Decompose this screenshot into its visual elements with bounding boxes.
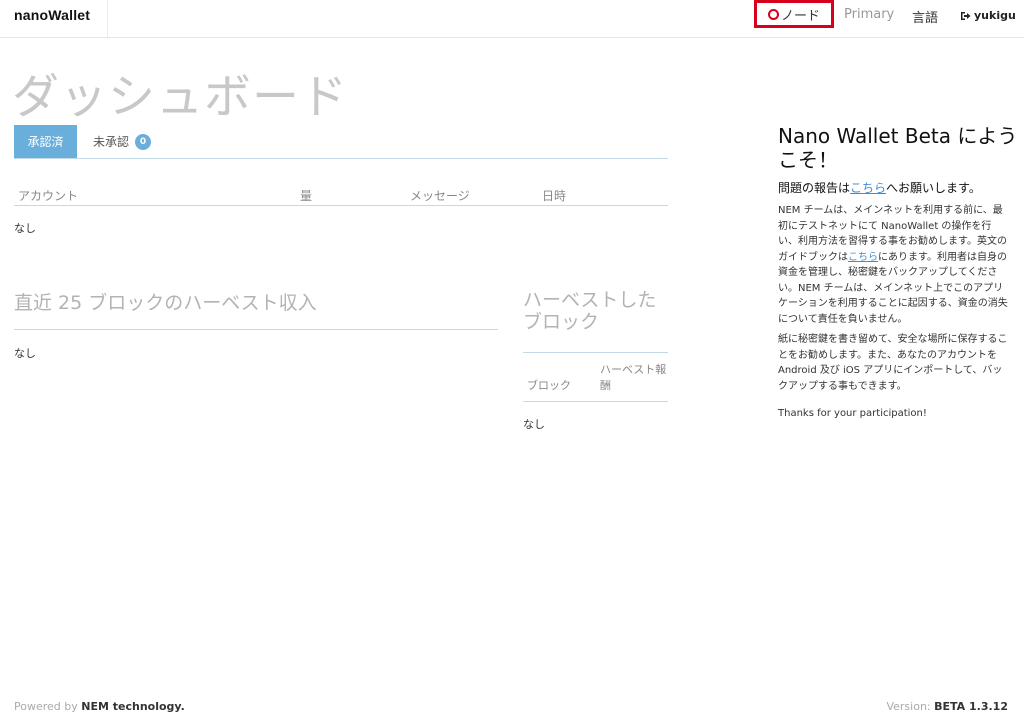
welcome-title: Nano Wallet Beta にようこそ！	[778, 124, 1018, 172]
language-selector[interactable]: 言語	[912, 7, 938, 26]
version-number: BETA 1.3.12	[934, 700, 1008, 713]
divider	[14, 329, 498, 330]
user-menu[interactable]: yukigu	[960, 9, 1016, 22]
tab-unconfirmed[interactable]: 未承認 0	[93, 133, 152, 150]
guidebook-link[interactable]: こちら	[848, 252, 878, 263]
column-block: ブロック	[527, 379, 571, 392]
tab-confirmed-label[interactable]: 承認済	[27, 133, 63, 150]
version-prefix: Version:	[886, 700, 931, 713]
welcome-paragraph-2: 紙に秘密鍵を書き留めて、安全な場所に保存することをお勧めします。また、あなたのア…	[778, 334, 1008, 392]
node-selector-button[interactable]: ノード	[754, 0, 834, 28]
transaction-tabs: 承認済 未承認 0	[14, 125, 668, 159]
column-message: メッセージ	[410, 189, 470, 203]
report-issue-text: 問題の報告はこちらへお願いします。	[778, 179, 981, 196]
welcome-paragraph-1: NEM チームは、メインネットを利用する前に、最初にテストネットにて NanoW…	[778, 203, 1010, 327]
column-harvest-reward: ハーベスト報酬	[600, 363, 667, 392]
welcome-paragraph-3: Thanks for your participation!	[778, 408, 927, 419]
harvested-blocks-empty-text: なし	[523, 418, 545, 431]
node-label[interactable]: ノード	[781, 5, 820, 24]
tab-confirmed[interactable]: 承認済	[14, 125, 77, 158]
transactions-empty-text: なし	[14, 222, 36, 235]
column-date: 日時	[542, 189, 567, 203]
logout-icon	[961, 11, 971, 20]
footer-powered-by: Powered by NEM technology.	[14, 700, 185, 713]
report-prefix: 問題の報告は	[778, 181, 851, 195]
harvest-income-title: 直近 25 ブロックのハーベスト収入	[14, 292, 317, 314]
tab-unconfirmed-label[interactable]: 未承認	[93, 133, 129, 150]
harvested-blocks-title: ハーベストしたブロック	[523, 289, 657, 333]
transactions-table-header: アカウント 量 メッセージ 日時	[14, 184, 668, 206]
column-amount: 量	[300, 189, 313, 203]
divider	[523, 401, 668, 402]
divider	[523, 352, 668, 353]
top-navbar: nanoWallet ノード Primary 言語 yukigu	[0, 0, 1024, 38]
powered-by-name: NEM technology.	[81, 700, 185, 713]
node-status-icon	[767, 8, 779, 20]
brand-logo[interactable]: nanoWallet	[0, 0, 108, 37]
brand-name[interactable]: nanoWallet	[14, 7, 90, 23]
page-title: ダッシュボード	[12, 70, 348, 125]
powered-prefix: Powered by	[14, 700, 78, 713]
harvest-income-empty-text: なし	[14, 347, 36, 360]
report-issue-link[interactable]: こちら	[850, 181, 886, 195]
report-suffix: へお願いします。	[886, 181, 981, 195]
column-account: アカウント	[18, 189, 79, 203]
account-type-label[interactable]: Primary	[844, 7, 894, 22]
username[interactable]: yukigu	[974, 9, 1016, 22]
footer-version: Version: BETA 1.3.12	[886, 700, 1008, 713]
unconfirmed-count-badge: 0	[135, 133, 152, 150]
